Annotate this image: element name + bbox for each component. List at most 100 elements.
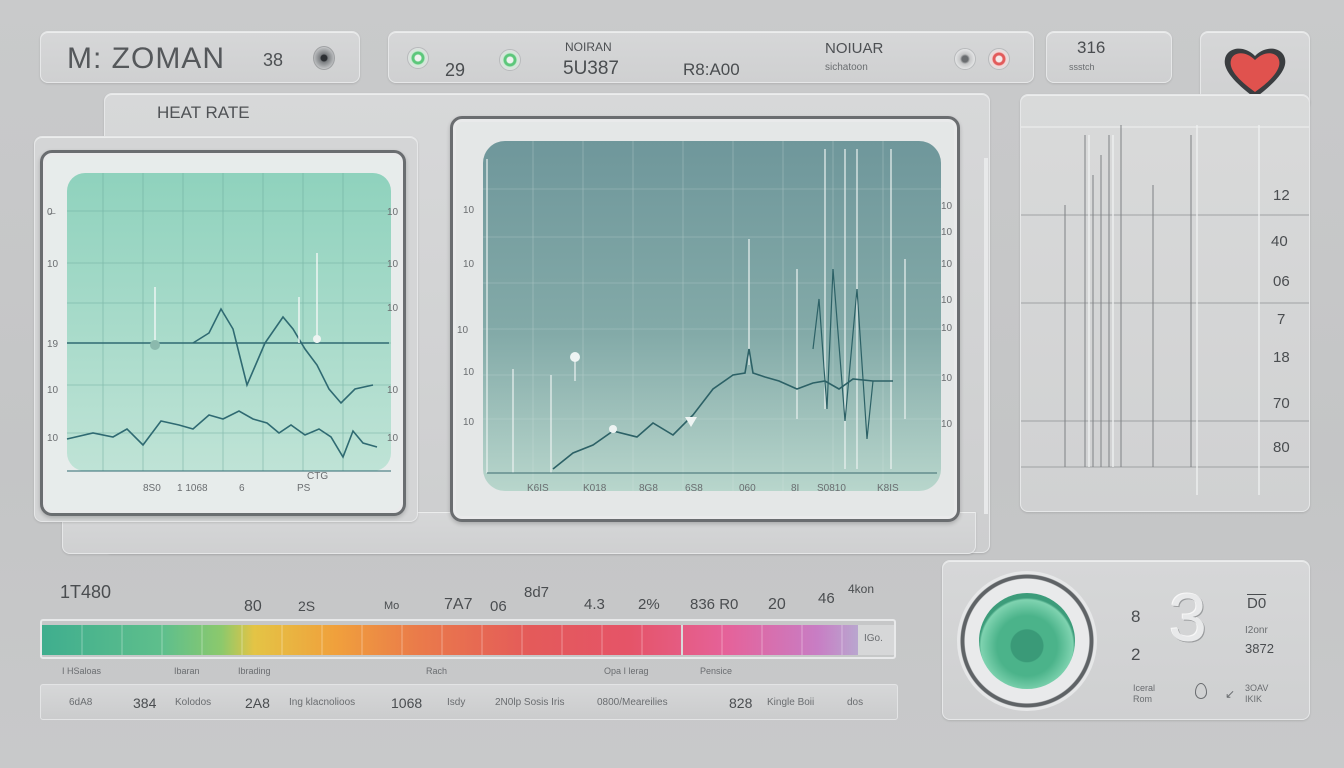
scale-sub-label: I HSaloas	[62, 666, 102, 676]
y-tick-right: 10	[387, 303, 399, 314]
app-title: M: ZOMAN	[67, 42, 225, 75]
info-item: Ing klacnolioos	[289, 697, 356, 708]
scale-sub-label: Opa I lerag	[604, 666, 649, 676]
y-tick: 10	[463, 417, 475, 428]
box-sub: ssstch	[1069, 62, 1095, 72]
heart-rate-scale-bar: IGo.	[40, 619, 896, 659]
scale-label: 2%	[638, 596, 660, 613]
dial-left-bottom: 2	[1131, 645, 1141, 664]
stat-a-value: 29	[445, 60, 466, 80]
y-tick-right: 10	[941, 201, 953, 212]
y-tick-right: 10	[941, 323, 953, 334]
dial-left-top: 8	[1131, 607, 1141, 626]
y-tick: 10	[463, 205, 475, 216]
scale-label: 836 R0	[690, 596, 739, 613]
value-box: 316 ssstch	[1046, 31, 1172, 83]
y-tick-right: 10	[941, 419, 953, 430]
scale-label: 7A7	[444, 596, 473, 613]
y-tick-right: 10	[941, 295, 953, 306]
arrow-icon: ↙	[1225, 687, 1236, 701]
scale-sub-label: Ibrading	[238, 666, 271, 676]
y-tick-right: 10	[387, 433, 399, 444]
trend-grid-panel: 12 40 06 7 18 70 80	[1020, 94, 1310, 512]
y-tick-right: 10	[387, 259, 399, 270]
divider	[984, 158, 988, 514]
grid-label: 80	[1273, 439, 1290, 456]
x-tick: K8IS	[877, 483, 899, 494]
scale-label: Mo	[384, 600, 400, 612]
scale-sub-label: Ibaran	[174, 666, 200, 676]
y-tick: 19	[47, 339, 59, 350]
info-strip: 6dA8 384 Kolodos 2A8 Ing klacnolioos 106…	[40, 684, 898, 720]
info-item: 1068	[391, 695, 423, 711]
y-tick-right: 10	[941, 373, 953, 384]
dial-panel: 8 2 3 D0 I2onr 3872 Iceral Rom ↙ 3OAV IK…	[942, 560, 1310, 720]
status-led-green-icon	[407, 47, 429, 69]
scale-left-label: 1T480	[60, 582, 112, 602]
x-tick: 8I	[791, 483, 800, 494]
stat-b-label: NOIRAN	[565, 40, 612, 54]
dial-right-top: D0	[1247, 595, 1267, 612]
y-tick: 10	[47, 385, 59, 396]
x-tick: 6S8	[685, 483, 703, 494]
scale-sub-label: Pensice	[700, 666, 733, 676]
y-tick-right: 10	[941, 227, 953, 238]
info-item: 384	[133, 695, 157, 711]
info-item: Isdy	[447, 697, 466, 708]
scale-label: 2S	[298, 598, 316, 614]
y-tick: 10	[463, 259, 475, 270]
x-tick: 1 1068	[177, 483, 208, 494]
grid-label: 06	[1273, 273, 1290, 290]
ecg-screen-left: 0̶ 10 19 10 10 10 10 10 10 10 8S0 1 1068…	[40, 150, 406, 516]
scale-label: 06	[490, 598, 507, 615]
y-tick: 10	[47, 433, 59, 444]
stat-c-value: R8:A00	[683, 60, 740, 79]
dial-right-mid2: 3872	[1245, 641, 1274, 656]
panel-title: HEAT RATE	[157, 103, 250, 122]
grid-label: 70	[1273, 395, 1290, 412]
x-tick: K018	[583, 483, 607, 494]
y-tick: 10	[463, 367, 475, 378]
info-item: 2N0lp Sosis Iris	[495, 697, 565, 708]
x-tick: PS	[297, 483, 311, 494]
dial-right-mid1: I2onr	[1245, 625, 1268, 636]
info-item: 0800/Meareilies	[597, 697, 668, 708]
y-tick-right: 10	[387, 207, 399, 218]
info-item: 6dA8	[69, 697, 93, 708]
brand-value: 38	[263, 50, 284, 70]
y-tick: 10	[47, 259, 59, 270]
info-item: 2A8	[245, 695, 270, 711]
scale-sub-label: Rach	[426, 666, 448, 676]
info-item: 828	[729, 695, 753, 711]
y-tick: 10	[457, 325, 469, 336]
status-led-red-icon	[988, 48, 1010, 70]
x-tick: 6	[239, 483, 245, 494]
box-value: 316	[1077, 38, 1106, 57]
dial-face-icon	[979, 593, 1075, 689]
ecg-screen-main: 10 10 10 10 10 10 10 10 10 10 10 10 K6IS…	[450, 116, 960, 522]
info-item: Kingle Boii	[767, 697, 815, 708]
grid-label: 7	[1277, 311, 1286, 328]
info-item: dos	[847, 697, 864, 708]
stat-b-value: 5U387	[563, 58, 619, 79]
stat-d-sub: sichatoon	[825, 62, 868, 73]
scale-label: 80	[244, 598, 262, 615]
control-dial[interactable]	[957, 571, 1097, 711]
scale-label: 4kon	[848, 582, 875, 596]
brand-panel: M: ZOMAN 38	[40, 31, 360, 83]
stats-panel: 29 NOIRAN 5U387 R8:A00 NOIUAR sichatoon	[388, 31, 1034, 83]
pin-icon	[1195, 683, 1207, 699]
scale-label: 20	[768, 596, 786, 613]
toggle-knob-icon[interactable]	[954, 48, 976, 70]
x-tick: S0810	[817, 483, 846, 494]
dial-footer-right: 3OAV IKIK	[1245, 683, 1269, 704]
grid-label: 40	[1271, 233, 1288, 250]
info-item: Kolodos	[175, 697, 212, 708]
status-led-green-icon	[499, 49, 521, 71]
scale-label: 46	[818, 590, 835, 607]
x-tick: 8S0	[143, 483, 161, 494]
y-tick: 0̶	[47, 207, 53, 218]
grid-label: 12	[1273, 187, 1290, 204]
power-knob-icon[interactable]	[313, 46, 335, 70]
stat-d-label: NOIUAR	[825, 40, 884, 57]
